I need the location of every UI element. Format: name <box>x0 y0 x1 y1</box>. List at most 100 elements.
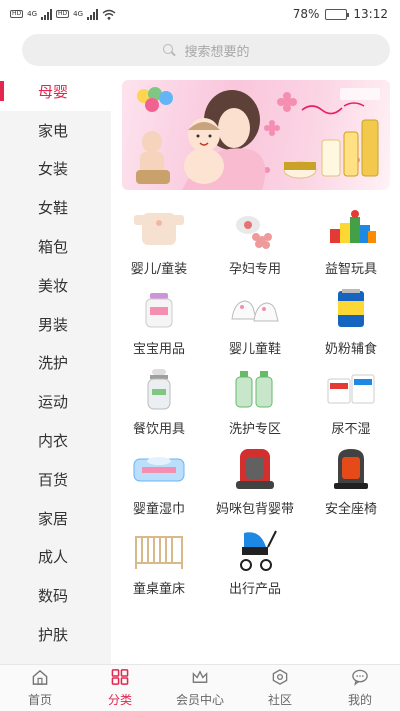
sidebar-item[interactable]: 女鞋 <box>0 188 111 227</box>
category-item[interactable]: 餐饮用具 <box>111 360 207 440</box>
nav-item[interactable]: 我的 <box>320 665 400 711</box>
sidebar-item[interactable]: 内衣 <box>0 421 111 460</box>
diaper-icon <box>322 365 380 411</box>
category-item[interactable]: 奶粉辅食 <box>303 280 399 360</box>
category-content: 婴儿/童装 孕妇专用 益智玩具宝宝用品 婴儿童鞋 奶粉辅食餐饮用具 洗护专区 尿不湿婴童湿巾… <box>111 72 400 664</box>
sidebar-item[interactable]: 运动 <box>0 382 111 421</box>
category-item[interactable]: 益智玩具 <box>303 200 399 280</box>
sidebar-item[interactable]: 母婴 <box>0 72 111 111</box>
toy-blocks-icon <box>322 205 380 251</box>
search-placeholder: 搜索想要的 <box>184 44 250 60</box>
category-label: 宝宝用品 <box>132 342 185 357</box>
network-type: 4G <box>27 9 38 18</box>
nav-item[interactable]: 首页 <box>0 665 80 711</box>
sidebar-item[interactable]: 护肤 <box>0 615 111 654</box>
wash-bottles-icon <box>226 365 284 411</box>
community-icon <box>270 668 290 689</box>
category-item[interactable]: 宝宝用品 <box>111 280 207 360</box>
category-icon <box>110 668 130 689</box>
car-seat-icon <box>322 445 380 491</box>
clock: 13:12 <box>353 7 388 21</box>
category-label: 尿不湿 <box>331 422 371 437</box>
baby-clothes-icon <box>130 205 188 251</box>
sidebar-item[interactable]: 家居 <box>0 499 111 538</box>
signal-icon-2 <box>87 8 99 20</box>
wifi-icon <box>102 9 116 20</box>
hd-badge-2: HD <box>56 10 70 18</box>
sidebar-item-label: 家电 <box>38 121 69 140</box>
sidebar-item-label: 护肤 <box>38 626 69 645</box>
status-right: 78% 13:12 <box>293 7 388 21</box>
sidebar-item[interactable]: 男装 <box>0 305 111 344</box>
category-label: 出行产品 <box>228 582 281 597</box>
category-item[interactable]: 出行产品 <box>207 520 303 600</box>
sidebar-item-label: 数码 <box>38 587 69 606</box>
baby-shoes-icon <box>226 285 284 331</box>
category-label: 孕妇专用 <box>228 262 281 277</box>
sidebar-item[interactable]: 洗护 <box>0 344 111 383</box>
chat-icon <box>350 668 370 689</box>
sidebar-item-label: 成人 <box>38 548 69 567</box>
sidebar-item[interactable]: 女装 <box>0 150 111 189</box>
search-icon <box>162 43 176 57</box>
search-bar[interactable]: 搜索想要的 <box>22 34 390 66</box>
category-label: 婴童湿巾 <box>132 502 185 517</box>
battery-percent: 78% <box>292 7 320 21</box>
sidebar-item[interactable]: 家电 <box>0 111 111 150</box>
nav-item[interactable]: 社区 <box>240 665 320 711</box>
home-icon <box>30 668 50 689</box>
promo-banner[interactable] <box>122 80 390 190</box>
nav-label: 分类 <box>107 693 132 707</box>
sidebar-item[interactable]: 成人 <box>0 538 111 577</box>
sidebar-item-label: 运动 <box>38 393 69 412</box>
sidebar-item[interactable]: 箱包 <box>0 227 111 266</box>
sidebar-item-label: 美妆 <box>38 276 69 295</box>
category-item[interactable]: 安全座椅 <box>303 440 399 520</box>
maternity-icon <box>226 205 284 251</box>
sidebar-item-label: 男装 <box>38 315 69 334</box>
sidebar-item[interactable]: 美妆 <box>0 266 111 305</box>
category-label: 童桌童床 <box>132 582 185 597</box>
category-item[interactable]: 婴儿童鞋 <box>207 280 303 360</box>
category-item[interactable]: 尿不湿 <box>303 360 399 440</box>
battery-icon <box>325 8 350 20</box>
feeding-bottle-icon <box>130 365 188 411</box>
sidebar-item[interactable]: 百货 <box>0 460 111 499</box>
crib-icon <box>130 525 188 571</box>
wet-wipes-icon <box>130 445 188 491</box>
signal-icon <box>41 8 53 20</box>
sidebar-item-label: 百货 <box>38 470 69 489</box>
category-item[interactable]: 洗护专区 <box>207 360 303 440</box>
category-label: 益智玩具 <box>324 262 377 277</box>
baby-carrier-icon <box>226 445 284 491</box>
category-item[interactable]: 孕妇专用 <box>207 200 303 280</box>
sidebar-item-label: 女装 <box>38 160 69 179</box>
nav-label: 我的 <box>347 693 372 707</box>
category-label: 餐饮用具 <box>132 422 185 437</box>
nav-label: 社区 <box>267 693 292 707</box>
crown-icon <box>190 668 210 689</box>
category-label: 奶粉辅食 <box>324 342 377 357</box>
stroller-icon <box>226 525 284 571</box>
category-label: 妈咪包背婴带 <box>215 502 294 517</box>
bottom-nav: 首页 分类 会员中心 社区 我的 <box>0 664 400 711</box>
hd-badge: HD <box>10 10 24 18</box>
category-item[interactable]: 妈咪包背婴带 <box>207 440 303 520</box>
category-label: 婴儿童鞋 <box>228 342 281 357</box>
nav-item[interactable]: 分类 <box>80 665 160 711</box>
category-label: 婴儿/童装 <box>130 262 188 277</box>
sidebar-item-label: 女鞋 <box>38 199 69 218</box>
sidebar-item[interactable]: 数码 <box>0 576 111 615</box>
category-item[interactable]: 婴童湿巾 <box>111 440 207 520</box>
category-item[interactable]: 童桌童床 <box>111 520 207 600</box>
nav-item[interactable]: 会员中心 <box>160 665 240 711</box>
sidebar-item-label: 内衣 <box>38 432 69 451</box>
category-label: 安全座椅 <box>324 502 377 517</box>
sidebar-item-label: 母婴 <box>38 82 69 101</box>
nav-label: 会员中心 <box>175 693 224 707</box>
network-type-2: 4G <box>73 9 84 18</box>
milk-powder-icon <box>322 285 380 331</box>
nav-label: 首页 <box>27 693 52 707</box>
status-bar: HD 4G HD 4G 78% 13:12 <box>0 0 400 28</box>
category-item[interactable]: 婴儿/童装 <box>111 200 207 280</box>
